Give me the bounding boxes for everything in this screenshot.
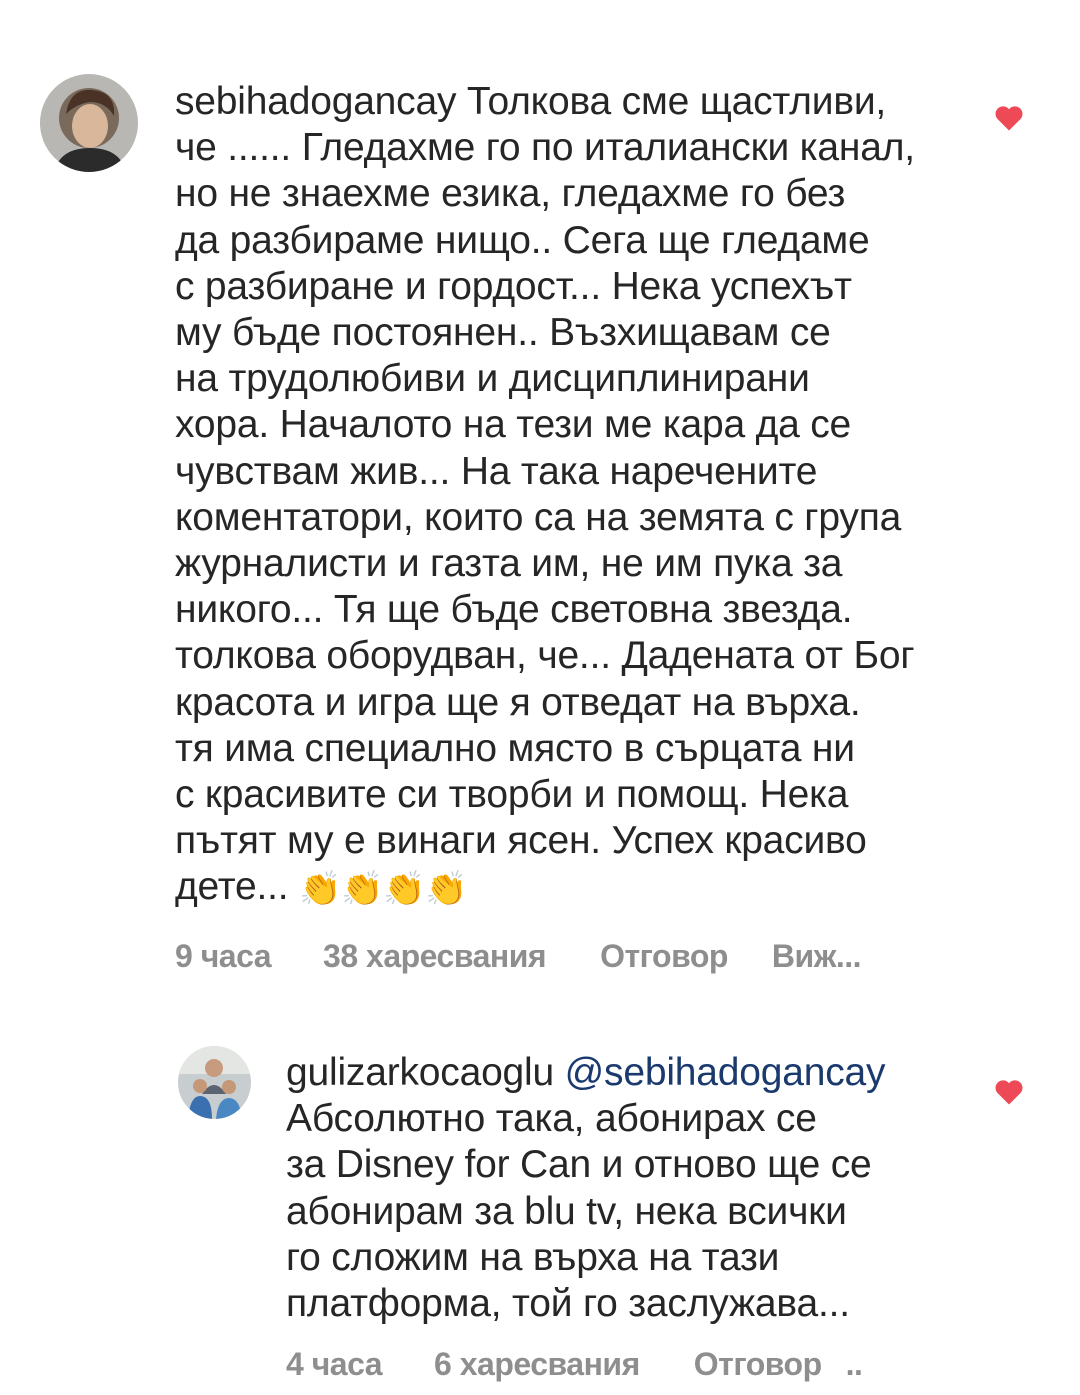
- comment-text: gulizarkocaoglu @sebihadogancay Абсолютн…: [286, 1050, 986, 1327]
- reply-button[interactable]: Отговор: [600, 938, 728, 975]
- comment-meta: 9 часа 38 харесвания Отговор Виж...: [175, 932, 862, 980]
- comment-text: sebihadogancay Толкова сме щастливи, че …: [175, 79, 975, 912]
- clapping-hands-emoji: 👏👏👏👏: [299, 870, 468, 909]
- reply-button[interactable]: Отговор: [694, 1346, 822, 1383]
- avatar[interactable]: [178, 1046, 251, 1119]
- comment-meta: 4 часа 6 харесвания Отговор ..: [286, 1340, 863, 1388]
- heart-icon[interactable]: [994, 1078, 1024, 1106]
- likes-count-link[interactable]: 38 харесвания: [323, 938, 547, 975]
- comment-username[interactable]: sebihadogancay: [175, 80, 456, 123]
- comment-time: 4 часа: [286, 1345, 383, 1382]
- see-more-button[interactable]: Виж...: [772, 938, 862, 975]
- likes-count-link[interactable]: 6 харесвания: [434, 1346, 640, 1383]
- avatar[interactable]: [40, 74, 138, 172]
- comment-time: 9 часа: [175, 937, 272, 974]
- comment-body: Абсолютно така, абонирах се за Disney fo…: [286, 1097, 872, 1326]
- see-more-button[interactable]: ..: [846, 1346, 863, 1383]
- heart-icon[interactable]: [994, 104, 1024, 132]
- mention-link[interactable]: @sebihadogancay: [565, 1051, 886, 1094]
- comment-username[interactable]: gulizarkocaoglu: [286, 1051, 554, 1094]
- comment-body: Толкова сме щастливи, че ...... Гледахме…: [175, 80, 915, 909]
